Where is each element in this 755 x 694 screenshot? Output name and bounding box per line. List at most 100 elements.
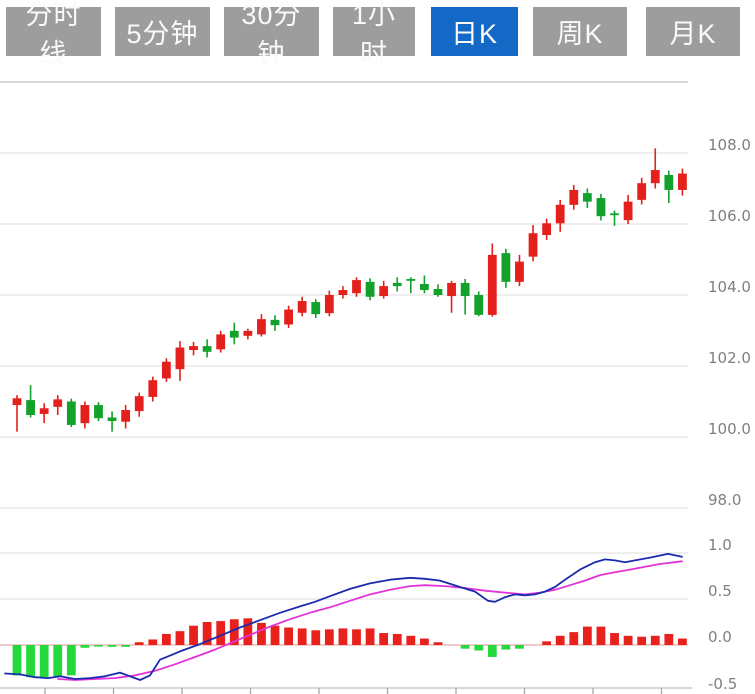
candle-body bbox=[637, 183, 646, 200]
period-tabbar: 分时线 5分钟 30分钟 1小时 日K 周K 月K bbox=[0, 0, 755, 70]
stock-chart-app: 108.0106.0104.0102.0100.098.0 1.00.50.0-… bbox=[0, 0, 755, 694]
tab-5min[interactable]: 5分钟 bbox=[115, 7, 210, 56]
macd-bar bbox=[121, 645, 130, 647]
candle-body bbox=[366, 282, 375, 297]
candle bbox=[216, 331, 225, 353]
candle bbox=[542, 219, 551, 240]
candle bbox=[461, 279, 470, 315]
price-tick-label: 108.0 bbox=[708, 136, 751, 154]
candle bbox=[379, 281, 388, 299]
candle-body bbox=[542, 223, 551, 235]
macd-bar bbox=[26, 645, 35, 677]
price-tick-label: 106.0 bbox=[708, 207, 751, 225]
candle-body bbox=[176, 348, 185, 370]
macd-bar bbox=[542, 641, 551, 645]
candle-body bbox=[230, 331, 239, 338]
candle-body bbox=[529, 233, 538, 256]
macd-bar bbox=[474, 645, 483, 651]
candle bbox=[81, 402, 90, 429]
macd-bar bbox=[148, 639, 157, 645]
candle bbox=[148, 377, 157, 402]
tab-weekly-k[interactable]: 周K bbox=[533, 7, 627, 56]
macd-bar bbox=[597, 627, 606, 645]
macd-bar bbox=[67, 645, 76, 675]
tab-30min[interactable]: 30分钟 bbox=[224, 7, 319, 56]
candle-body bbox=[13, 398, 22, 405]
time-axis bbox=[0, 688, 692, 694]
candle-body bbox=[203, 346, 212, 352]
candle-body bbox=[583, 193, 592, 202]
macd-bar bbox=[108, 645, 117, 647]
candle bbox=[162, 358, 171, 382]
candle-body bbox=[53, 399, 62, 406]
candle bbox=[515, 255, 524, 286]
candle bbox=[366, 278, 375, 300]
candle bbox=[26, 385, 35, 417]
macd-bar bbox=[135, 642, 144, 645]
macd-bar bbox=[13, 645, 22, 675]
macd-histogram bbox=[13, 618, 687, 677]
macd-bar bbox=[651, 636, 660, 645]
candle bbox=[203, 339, 212, 357]
candle bbox=[678, 169, 687, 196]
candle-body bbox=[162, 362, 171, 379]
price-tick-label: 104.0 bbox=[708, 278, 751, 296]
candle bbox=[230, 323, 239, 345]
candle bbox=[339, 286, 348, 298]
tab-timeline[interactable]: 分时线 bbox=[6, 7, 101, 56]
candle-body bbox=[148, 380, 157, 397]
candle bbox=[501, 249, 510, 288]
macd-bar bbox=[94, 645, 103, 647]
macd-bar bbox=[461, 645, 470, 649]
candle-body bbox=[108, 417, 117, 421]
macd-bar bbox=[339, 628, 348, 645]
indicator-tick-label: 0.5 bbox=[708, 582, 732, 600]
candle-body bbox=[26, 400, 35, 415]
candle-body bbox=[406, 279, 415, 281]
tab-monthly-k[interactable]: 月K bbox=[646, 7, 740, 56]
candle bbox=[271, 315, 280, 331]
candle-body bbox=[311, 302, 320, 314]
macd-bar bbox=[243, 618, 252, 645]
candle bbox=[664, 171, 673, 203]
candle-body bbox=[257, 319, 266, 334]
macd-bar bbox=[583, 627, 592, 645]
price-tick-label: 100.0 bbox=[708, 420, 751, 438]
macd-bar bbox=[501, 645, 510, 650]
kline-chart: 108.0106.0104.0102.0100.098.0 1.00.50.0-… bbox=[0, 0, 755, 694]
candle bbox=[257, 314, 266, 336]
candle-body bbox=[243, 331, 252, 336]
price-tick-label: 102.0 bbox=[708, 349, 751, 367]
candle bbox=[243, 329, 252, 340]
macd-bar bbox=[216, 621, 225, 645]
candle-body bbox=[121, 410, 130, 422]
candle bbox=[352, 277, 361, 297]
macd-bar bbox=[271, 626, 280, 645]
macd-bar bbox=[637, 637, 646, 645]
tab-daily-k[interactable]: 日K bbox=[431, 7, 518, 56]
candle bbox=[569, 185, 578, 210]
candle-body bbox=[298, 301, 307, 313]
candle-body bbox=[135, 396, 144, 411]
candle-body bbox=[597, 198, 606, 216]
price-axis-labels: 108.0106.0104.0102.0100.098.0 bbox=[708, 136, 751, 509]
candle-body bbox=[325, 295, 334, 313]
tab-1hour[interactable]: 1小时 bbox=[333, 7, 415, 56]
macd-bar bbox=[610, 633, 619, 645]
candle-body bbox=[393, 283, 402, 286]
indicator-tick-label: -0.5 bbox=[708, 675, 737, 693]
candle bbox=[637, 178, 646, 205]
candle bbox=[434, 284, 443, 296]
candle bbox=[420, 275, 429, 293]
candle-body bbox=[651, 170, 660, 183]
candle bbox=[108, 411, 117, 431]
candle-body bbox=[474, 295, 483, 315]
candle bbox=[583, 189, 592, 209]
candle bbox=[135, 393, 144, 417]
candle bbox=[393, 277, 402, 291]
candle-body bbox=[488, 255, 497, 315]
macd-bar bbox=[488, 645, 497, 657]
candle-body bbox=[94, 405, 103, 418]
candle-body bbox=[420, 284, 429, 290]
candle bbox=[311, 299, 320, 318]
